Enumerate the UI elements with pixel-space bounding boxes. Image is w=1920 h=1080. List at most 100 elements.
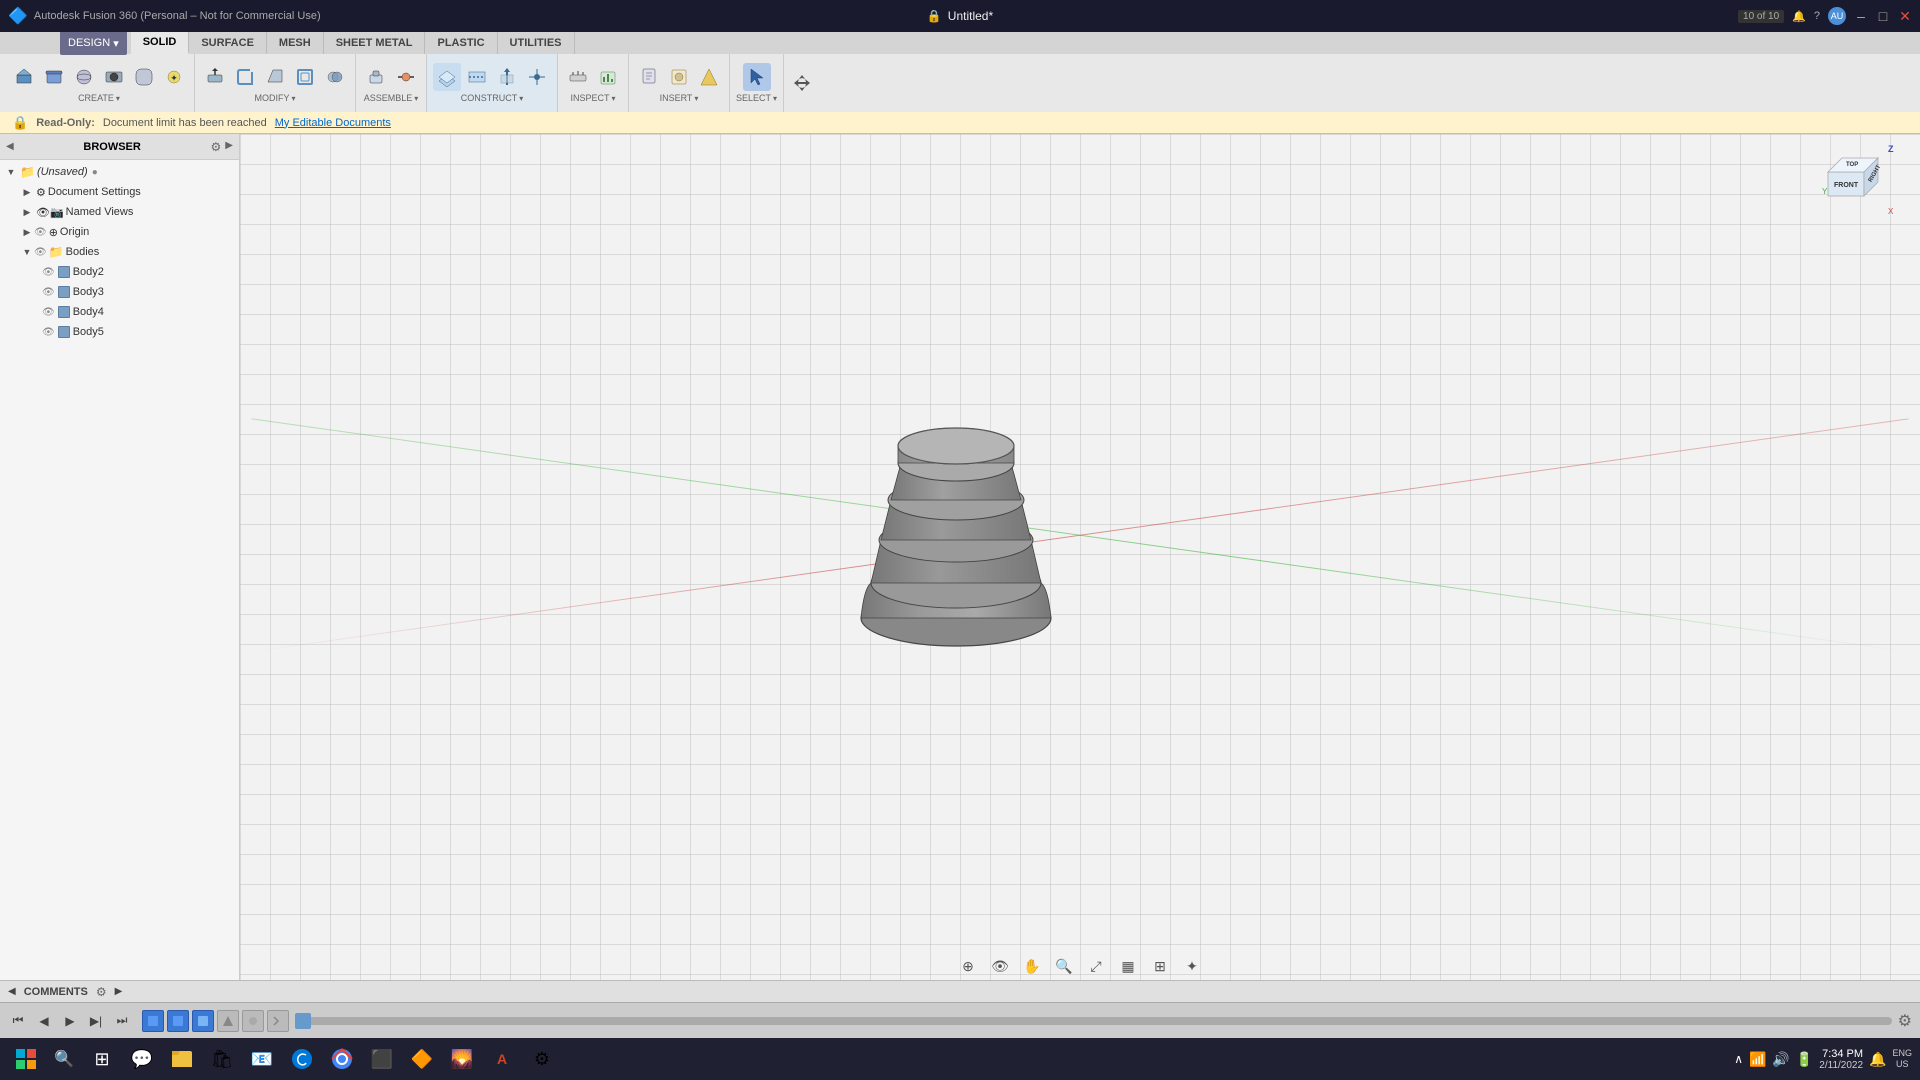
taskbar-store-btn[interactable]: 🛍 (204, 1041, 240, 1077)
taskbar-chrome-btn[interactable] (324, 1041, 360, 1077)
tab-sheet-metal[interactable]: SHEET METAL (324, 32, 426, 54)
construct-midplane-btn[interactable] (463, 63, 491, 91)
insert-derive-btn[interactable] (635, 63, 663, 91)
tree-item-named-views[interactable]: ▶ 👁📷 Named Views (0, 202, 239, 222)
browser-expand-icon[interactable]: ▶ (225, 140, 233, 154)
vp-grid-btn[interactable]: ⊞ (1147, 953, 1173, 979)
vp-zoomfit-btn[interactable]: ⤢ (1083, 953, 1109, 979)
taskbar-chat-btn[interactable]: 💬 (124, 1041, 160, 1077)
create-fillet-btn[interactable] (130, 63, 158, 91)
create-sphere-btn[interactable] (70, 63, 98, 91)
tab-plastic[interactable]: PLASTIC (425, 32, 497, 54)
vp-display-btn[interactable]: ▦ (1115, 953, 1141, 979)
timeline-thumb[interactable] (295, 1013, 311, 1029)
tab-mesh[interactable]: MESH (267, 32, 324, 54)
tree-arrow-origin: ▶ (20, 225, 34, 239)
taskbar-notifications-icon[interactable]: 🔔 (1869, 1051, 1886, 1068)
tab-surface[interactable]: SURFACE (189, 32, 267, 54)
assemble-joint-btn[interactable] (392, 63, 420, 91)
taskbar-settings-btn[interactable]: ⚙ (524, 1041, 560, 1077)
modify-combine-btn[interactable] (321, 63, 349, 91)
user-avatar[interactable]: AU (1828, 7, 1846, 25)
taskbar-search-btn[interactable]: 🔍 (48, 1043, 80, 1075)
taskbar-clock[interactable]: 7:34 PM 2/11/2022 (1819, 1048, 1863, 1071)
notification-icon[interactable]: 🔔 (1792, 10, 1806, 23)
3d-object[interactable] (846, 388, 1046, 628)
construct-point-btn[interactable] (523, 63, 551, 91)
timeline-next-btn[interactable]: ▶| (86, 1011, 106, 1031)
create-extrude-btn[interactable] (10, 63, 38, 91)
comments-settings-icon[interactable]: ⚙ (96, 985, 107, 999)
timeline-icon-6[interactable] (267, 1010, 289, 1032)
timeline-go-first-btn[interactable]: ⏮ (8, 1011, 28, 1031)
viewcube[interactable]: Z Y X FRONT RIGHT TOP (1820, 144, 1900, 224)
timeline-settings-icon[interactable]: ⚙ (1898, 1011, 1912, 1031)
create-hole-btn[interactable] (100, 63, 128, 91)
close-btn[interactable]: ✕ (1898, 9, 1912, 23)
tab-utilities[interactable]: UTILITIES (498, 32, 575, 54)
browser-collapse-icon[interactable]: ◀ (6, 141, 14, 152)
tree-item-body5[interactable]: 👁 Body5 (0, 322, 239, 342)
timeline-icon-2[interactable] (167, 1010, 189, 1032)
taskbar-network-icon[interactable]: 📶 (1749, 1051, 1766, 1068)
browser-settings-icon[interactable]: ⚙ (211, 140, 222, 154)
taskbar-autodesk-btn[interactable]: A (484, 1041, 520, 1077)
vp-effects-btn[interactable]: ✦ (1179, 953, 1205, 979)
construct-axis-btn[interactable] (493, 63, 521, 91)
inspect-analysis-btn[interactable] (594, 63, 622, 91)
tree-item-body3[interactable]: 👁 Body3 (0, 282, 239, 302)
taskbar-terminal-btn[interactable]: ⬛ (364, 1041, 400, 1077)
modify-chamfer-btn[interactable] (261, 63, 289, 91)
vp-zoom-btn[interactable]: 🔍 (1051, 953, 1077, 979)
tree-item-doc-settings[interactable]: ▶ ⚙ Document Settings (0, 182, 239, 202)
taskbar-edge-btn[interactable] (284, 1041, 320, 1077)
tree-item-bodies[interactable]: ▼ 👁 📁 Bodies (0, 242, 239, 262)
insert-decal-btn[interactable] (695, 63, 723, 91)
construct-offset-plane-btn[interactable] (433, 63, 461, 91)
taskbar-battery-icon[interactable]: 🔋 (1796, 1051, 1813, 1068)
assemble-new-component-btn[interactable] (362, 63, 390, 91)
tree-item-unsaved[interactable]: ▼ 📁 (Unsaved) ● (0, 162, 239, 182)
timeline-go-last-btn[interactable]: ⏭ (112, 1011, 132, 1031)
move-btn[interactable] (788, 69, 816, 97)
maximize-btn[interactable]: □ (1876, 9, 1890, 23)
taskbar-orange-btn[interactable]: 🔶 (404, 1041, 440, 1077)
windows-start-btn[interactable] (8, 1041, 44, 1077)
inspect-measure-btn[interactable] (564, 63, 592, 91)
vp-pan-btn[interactable]: ✋ (1019, 953, 1045, 979)
taskbar-apps-btn[interactable]: ⊞ (84, 1041, 120, 1077)
create-revolve-btn[interactable] (40, 63, 68, 91)
timeline-play-btn[interactable]: ▶ (60, 1011, 80, 1031)
tree-item-body4[interactable]: 👁 Body4 (0, 302, 239, 322)
insert-canvas-btn[interactable] (665, 63, 693, 91)
viewport[interactable]: Z Y X FRONT RIGHT TOP ⊕ 👁 ✋ 🔍 (240, 134, 1920, 980)
vp-orbit-btn[interactable]: ⊕ (955, 953, 981, 979)
taskbar-up-arrow[interactable]: ∧ (1734, 1052, 1743, 1066)
tree-item-body2[interactable]: 👁 Body2 (0, 262, 239, 282)
timeline-icon-3[interactable] (192, 1010, 214, 1032)
tree-item-origin[interactable]: ▶ 👁 ⊕ Origin (0, 222, 239, 242)
timeline-icon-5[interactable] (242, 1010, 264, 1032)
taskbar-photos-btn[interactable]: 🌄 (444, 1041, 480, 1077)
comments-collapse-btn[interactable]: ▶ (115, 986, 123, 997)
timeline-icon-4[interactable] (217, 1010, 239, 1032)
modify-shell-btn[interactable] (291, 63, 319, 91)
unsaved-settings-icon[interactable]: ● (92, 167, 98, 178)
minimize-btn[interactable]: – (1854, 9, 1868, 23)
timeline-icon-1[interactable] (142, 1010, 164, 1032)
timeline-track[interactable] (295, 1017, 1892, 1025)
taskbar-mail-btn[interactable]: 📧 (244, 1041, 280, 1077)
comments-expand-icon[interactable]: ◀ (8, 986, 16, 997)
select-select-btn[interactable] (743, 63, 771, 91)
taskbar-explorer-btn[interactable] (164, 1041, 200, 1077)
taskbar-sound-icon[interactable]: 🔊 (1772, 1051, 1789, 1068)
editable-docs-link[interactable]: My Editable Documents (275, 117, 391, 129)
vp-look-btn[interactable]: 👁 (987, 953, 1013, 979)
help-icon[interactable]: ? (1814, 10, 1820, 22)
design-dropdown[interactable]: DESIGN ▾ (60, 31, 127, 55)
timeline-prev-btn[interactable]: ◀ (34, 1011, 54, 1031)
modify-fillet-btn[interactable] (231, 63, 259, 91)
modify-press-pull-btn[interactable] (201, 63, 229, 91)
tab-solid[interactable]: SOLID (131, 32, 190, 54)
create-more-btn[interactable]: ✦ (160, 63, 188, 91)
